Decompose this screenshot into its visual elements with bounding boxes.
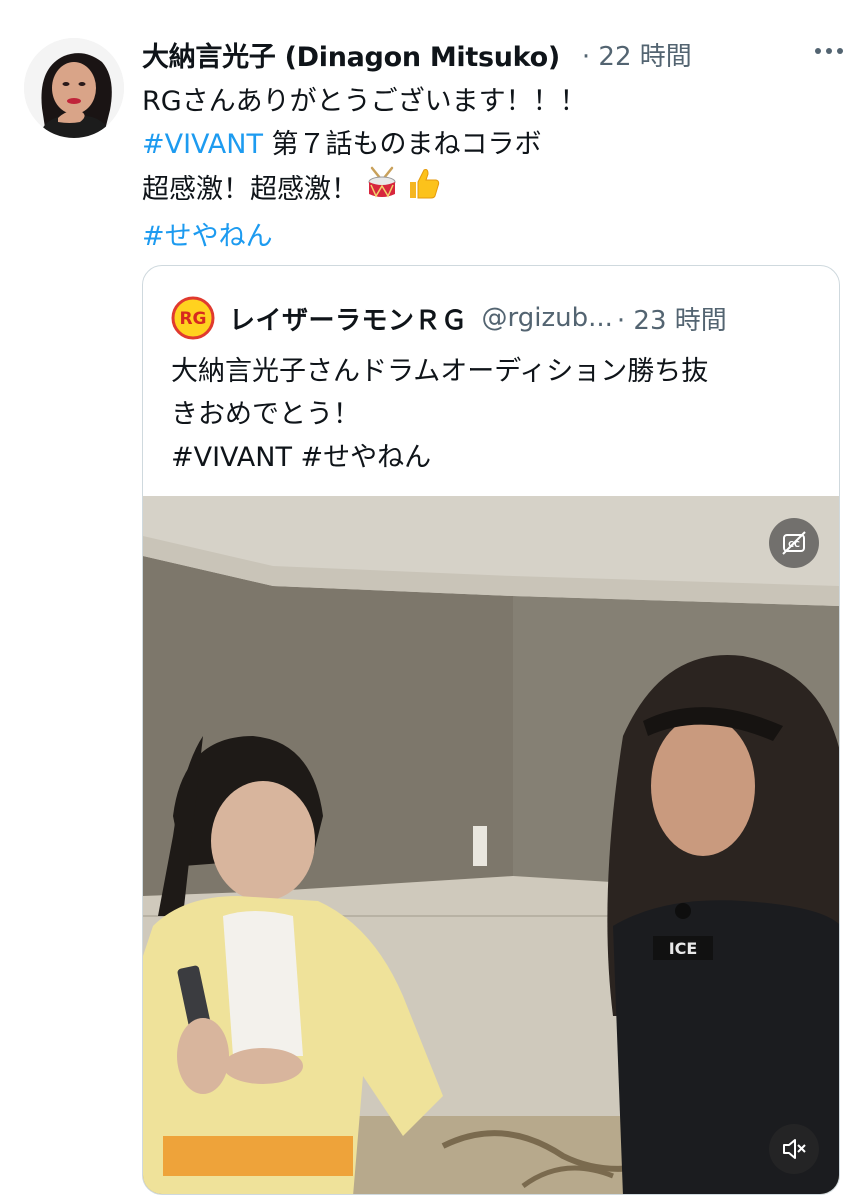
tweet-line-text: 超感激！超感激！	[142, 174, 358, 205]
avatar[interactable]	[24, 38, 124, 138]
thumbs-up-icon	[406, 166, 442, 215]
quoted-line: #VIVANT #せやねん	[171, 442, 432, 473]
tweet-line: #VIVANT 第７話ものまねコラボ	[142, 123, 847, 166]
quoted-line: きおめでとう！	[171, 399, 360, 430]
drum-icon	[364, 166, 400, 215]
tweet-line-text: 第７話ものまねコラボ	[262, 129, 542, 160]
quoted-avatar[interactable]: RG	[171, 296, 215, 340]
volume-muted-icon[interactable]	[769, 1124, 819, 1174]
captions-off-icon[interactable]: CC	[769, 518, 819, 568]
quoted-timestamp[interactable]: · 23 時間	[617, 300, 727, 337]
video-player[interactable]: ICE CC	[143, 496, 839, 1194]
quoted-line: 大納言光子さんドラムオーディション勝ち抜	[171, 356, 709, 387]
more-options-icon[interactable]	[811, 38, 847, 64]
display-name[interactable]: 大納言光子 (Dinagon Mitsuko)	[142, 35, 560, 74]
quoted-tweet-text: 大納言光子さんドラムオーディション勝ち抜 きおめでとう！ #VIVANT #せや…	[171, 350, 809, 479]
video-frame: ICE	[143, 496, 839, 1194]
tweet-header: 大納言光子 (Dinagon Mitsuko) · 22 時間	[142, 34, 847, 74]
hashtag-link[interactable]: #せやねん	[142, 215, 847, 258]
uniform-text: ICE	[669, 939, 698, 958]
quoted-avatar-text: RG	[179, 309, 206, 329]
quoted-handle[interactable]: @rgizub...	[482, 303, 613, 333]
tweet-text: RGさんありがとうございます！！！ #VIVANT 第７話ものまねコラボ 超感激…	[142, 80, 847, 258]
hashtag-link[interactable]: #VIVANT	[142, 129, 263, 160]
tweet-line: RGさんありがとうございます！！！	[142, 86, 587, 117]
quoted-tweet-header: RG レイザーラモンＲＧ @rgizub... · 23 時間	[171, 296, 799, 340]
tweet[interactable]: 大納言光子 (Dinagon Mitsuko) · 22 時間 RGさんありがと…	[0, 0, 867, 1200]
quoted-display-name[interactable]: レイザーラモンＲＧ	[229, 300, 468, 337]
quoted-tweet[interactable]: RG レイザーラモンＲＧ @rgizub... · 23 時間 大納言光子さんド…	[142, 265, 840, 1195]
timestamp[interactable]: · 22 時間	[582, 36, 692, 73]
tweet-line: 超感激！超感激！	[142, 166, 847, 215]
